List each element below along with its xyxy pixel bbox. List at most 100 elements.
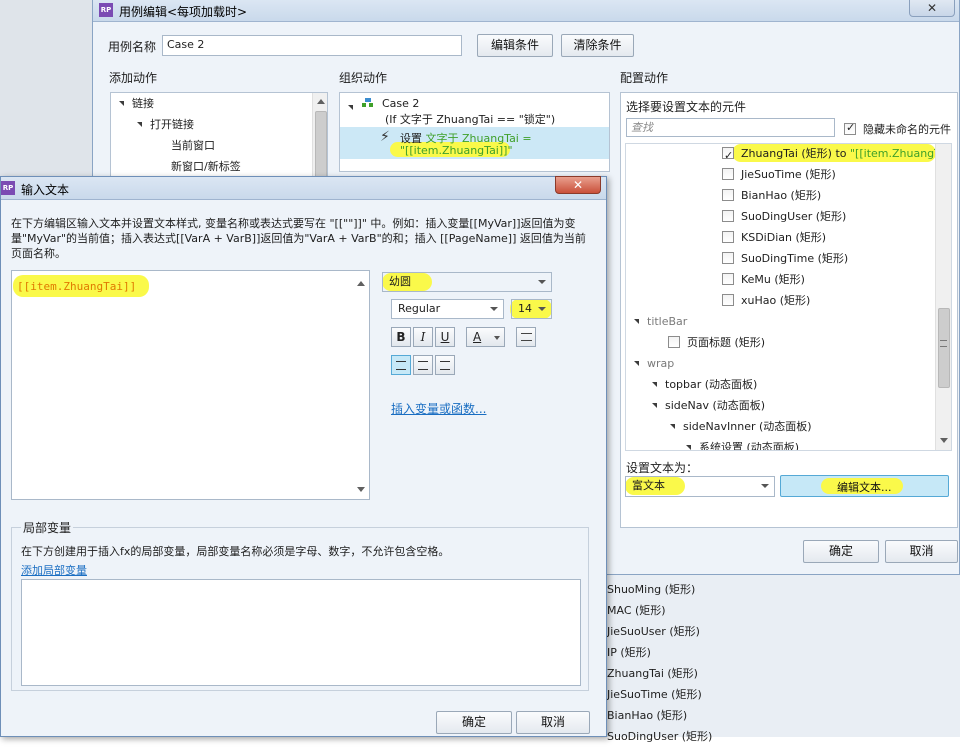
widget-checkbox[interactable] [722, 273, 734, 285]
scroll-thumb[interactable] [938, 308, 950, 388]
align-center-button[interactable] [413, 355, 433, 375]
list-item[interactable]: IP (矩形) [607, 642, 960, 663]
widget-group-wrap[interactable]: wrap [634, 353, 674, 374]
list-item[interactable]: BianHao (矩形) [607, 705, 960, 726]
bullet-list-button[interactable] [516, 327, 536, 347]
expand-icon[interactable] [652, 402, 657, 408]
input-text-ok-button[interactable]: 确定 [436, 711, 512, 734]
edit-condition-button[interactable]: 编辑条件 [477, 34, 553, 57]
chevron-down-icon [494, 336, 500, 340]
widget-search-input[interactable]: 查找 [626, 118, 835, 137]
local-variables-title: 局部变量 [21, 519, 74, 536]
widget-row-kemu[interactable]: KeMu (矩形) [722, 269, 805, 290]
widget-row-ksdidian[interactable]: KSDiDian (矩形) [722, 227, 826, 248]
widget-row-zhuangtai[interactable]: ZhuangTai (矩形) to "[[item.ZhuangTai]]" [722, 144, 951, 166]
tree-node-links[interactable]: 链接 [119, 93, 154, 114]
case-condition-text: (If 文字于 ZhuangTai == "锁定") [385, 113, 556, 126]
rich-text-editor[interactable]: [[item.ZhuangTai]] [11, 270, 370, 500]
add-local-variable-link[interactable]: 添加局部变量 [21, 562, 87, 578]
font-style-select[interactable]: Regular [391, 299, 504, 319]
tree-node-current-window[interactable]: 当前窗口 [171, 135, 215, 156]
insert-variable-link[interactable]: 插入变量或函数... [391, 400, 486, 417]
local-variables-list[interactable] [21, 579, 581, 686]
case-editor-ok-button[interactable]: 确定 [803, 540, 879, 563]
expand-icon[interactable] [652, 381, 657, 387]
widget-checkbox[interactable] [668, 336, 680, 348]
widget-checkbox[interactable] [722, 231, 734, 243]
list-item[interactable]: ShuoMing (矩形) [607, 579, 960, 600]
underline-button[interactable]: U [435, 327, 455, 347]
scroll-thumb[interactable] [315, 111, 327, 181]
widget-node-system-settings[interactable]: 系统设置 (动态面板) [686, 437, 799, 450]
case-icon [362, 98, 374, 108]
organize-actions-label: 组织动作 [339, 71, 388, 85]
close-icon[interactable]: ✕ [909, 0, 955, 17]
case-editor-cancel-button[interactable]: 取消 [885, 540, 958, 563]
scroll-up-icon[interactable] [317, 99, 325, 104]
expand-icon[interactable] [634, 318, 639, 324]
expand-icon[interactable] [634, 360, 639, 366]
list-icon [521, 333, 532, 341]
case-name-input[interactable]: Case 2 [162, 35, 462, 56]
scroll-up-icon[interactable] [357, 281, 365, 286]
widget-checkbox[interactable] [722, 168, 734, 180]
widget-checkbox[interactable] [722, 294, 734, 306]
grip-icon [940, 340, 947, 347]
widget-row-page-title[interactable]: 页面标题 (矩形) [668, 332, 765, 353]
editor-text: [[item.ZhuangTai]] [17, 280, 137, 293]
font-family-select[interactable]: 幼圆 [382, 272, 552, 292]
widget-checkbox[interactable] [722, 189, 734, 201]
widget-row-bianhao[interactable]: BianHao (矩形) [722, 185, 821, 206]
expand-icon[interactable] [119, 100, 124, 106]
scroll-down-icon[interactable] [940, 438, 948, 443]
configure-actions-panel: 选择要设置文本的元件 查找 隐藏未命名的元件 ZhuangTai (矩形) to… [620, 92, 958, 528]
align-right-button[interactable] [435, 355, 455, 375]
expand-icon[interactable] [670, 423, 675, 429]
expand-icon[interactable] [348, 104, 353, 110]
scroll-down-icon[interactable] [357, 487, 365, 492]
bold-button[interactable]: B [391, 327, 411, 347]
app-logo-icon: RP [99, 3, 113, 17]
organize-actions-panel: Case 2 (If 文字于 ZhuangTai == "锁定") ⚡ 设置 文… [339, 92, 610, 172]
widget-row-suodingtime[interactable]: SuoDingTime (矩形) [722, 248, 848, 269]
input-text-cancel-button[interactable]: 取消 [516, 711, 590, 734]
font-color-button[interactable]: A [466, 327, 505, 347]
text-type-select[interactable]: 富文本 [625, 476, 775, 497]
add-actions-label: 添加动作 [109, 71, 158, 85]
clear-condition-button[interactable]: 清除条件 [561, 34, 634, 57]
widget-row-suodinguser[interactable]: SuoDingUser (矩形) [722, 206, 846, 227]
close-icon[interactable]: ✕ [555, 176, 601, 194]
widget-node-topbar[interactable]: topbar (动态面板) [652, 374, 757, 395]
widget-row-jiesuotime[interactable]: JieSuoTime (矩形) [722, 164, 836, 185]
case-editor-titlebar[interactable]: RP 用例编辑<每项加载时> ✕ [93, 0, 959, 22]
tree-node-new-window[interactable]: 新窗口/新标签 [171, 156, 241, 177]
widget-checkbox[interactable] [722, 252, 734, 264]
hide-unnamed-checkbox[interactable] [844, 121, 856, 135]
align-right-icon [440, 361, 450, 370]
widget-checkbox[interactable] [722, 210, 734, 222]
expand-icon[interactable] [686, 444, 691, 450]
widget-node-sidenav[interactable]: sideNav (动态面板) [652, 395, 765, 416]
expand-icon[interactable] [137, 121, 142, 127]
align-left-button[interactable] [391, 355, 411, 375]
case-node-name[interactable]: Case 2 [382, 97, 419, 110]
italic-button[interactable]: I [413, 327, 433, 347]
widget-row-xuhao[interactable]: xuHao (矩形) [722, 290, 810, 311]
list-item[interactable]: JieSuoUser (矩形) [607, 621, 960, 642]
tree-node-open-link[interactable]: 打开链接 [137, 114, 194, 135]
app-logo-icon: RP [1, 181, 15, 195]
font-size-select[interactable]: 14 [511, 299, 552, 319]
hide-unnamed-toggle[interactable]: 隐藏未命名的元件 [844, 121, 951, 137]
editor-scrollbar[interactable] [353, 271, 369, 499]
widget-checkbox[interactable] [722, 145, 734, 166]
input-text-title: 输入文本 [21, 183, 70, 197]
widget-tree-scrollbar[interactable] [935, 144, 951, 450]
input-text-titlebar[interactable]: RP 输入文本 ✕ [1, 176, 606, 200]
list-item[interactable]: JieSuoTime (矩形) [607, 684, 960, 705]
edit-text-button[interactable]: 编辑文本... [780, 475, 949, 497]
widget-group-titlebar[interactable]: titleBar [634, 311, 687, 332]
list-item[interactable]: MAC (矩形) [607, 600, 960, 621]
list-item[interactable]: ZhuangTai (矩形) [607, 663, 960, 684]
widget-node-sidenavinner[interactable]: sideNavInner (动态面板) [670, 416, 812, 437]
chevron-down-icon [490, 307, 498, 311]
